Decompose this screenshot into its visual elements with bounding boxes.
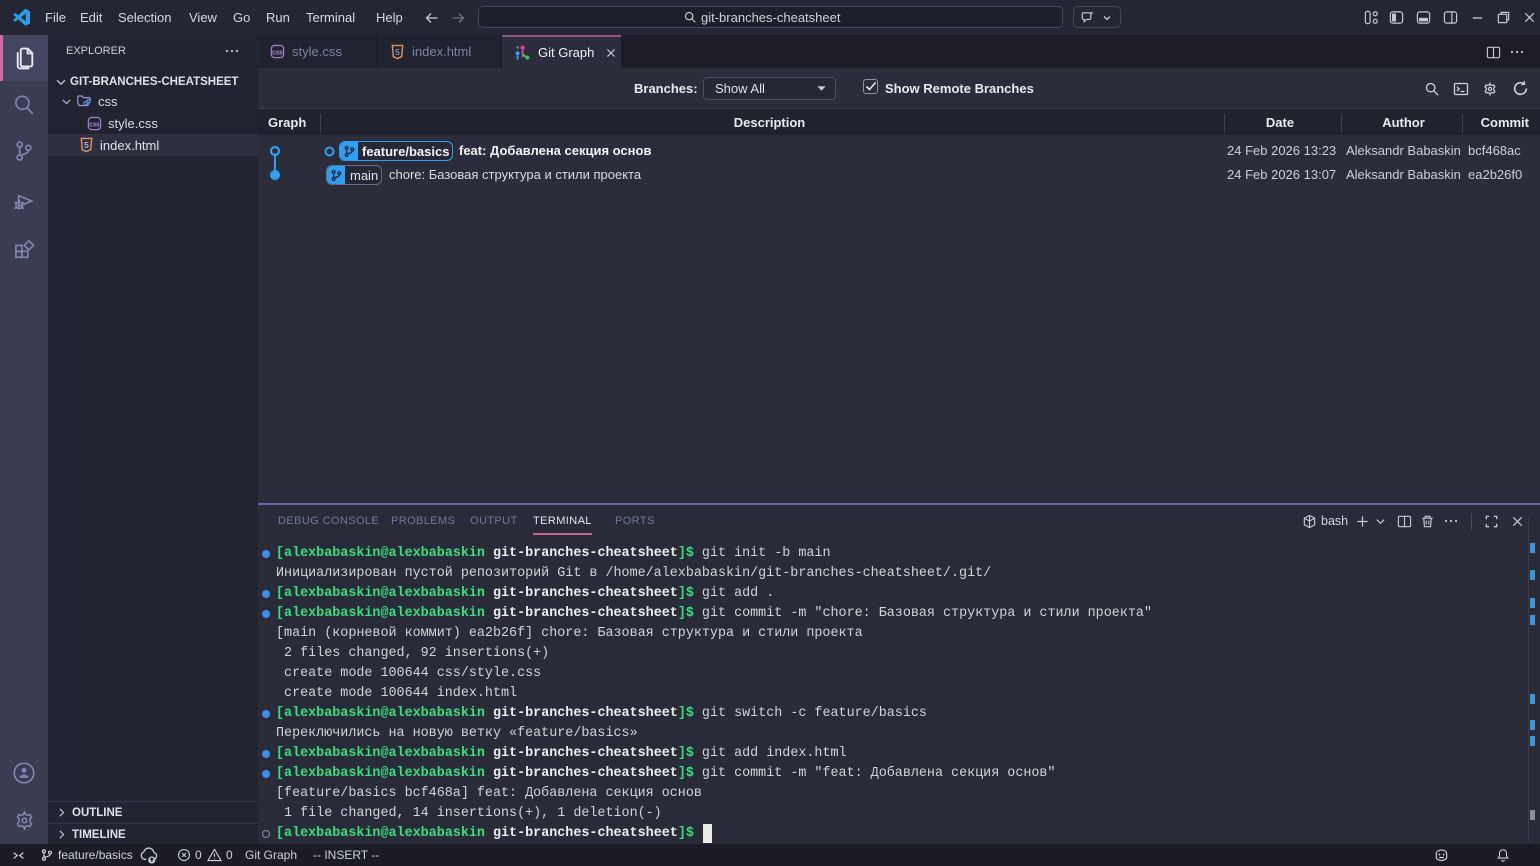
svg-text:5: 5 [395, 46, 400, 56]
svg-text:CSS: CSS [272, 50, 283, 56]
svg-text:5: 5 [84, 140, 89, 150]
svg-text:CSS: CSS [89, 122, 100, 128]
